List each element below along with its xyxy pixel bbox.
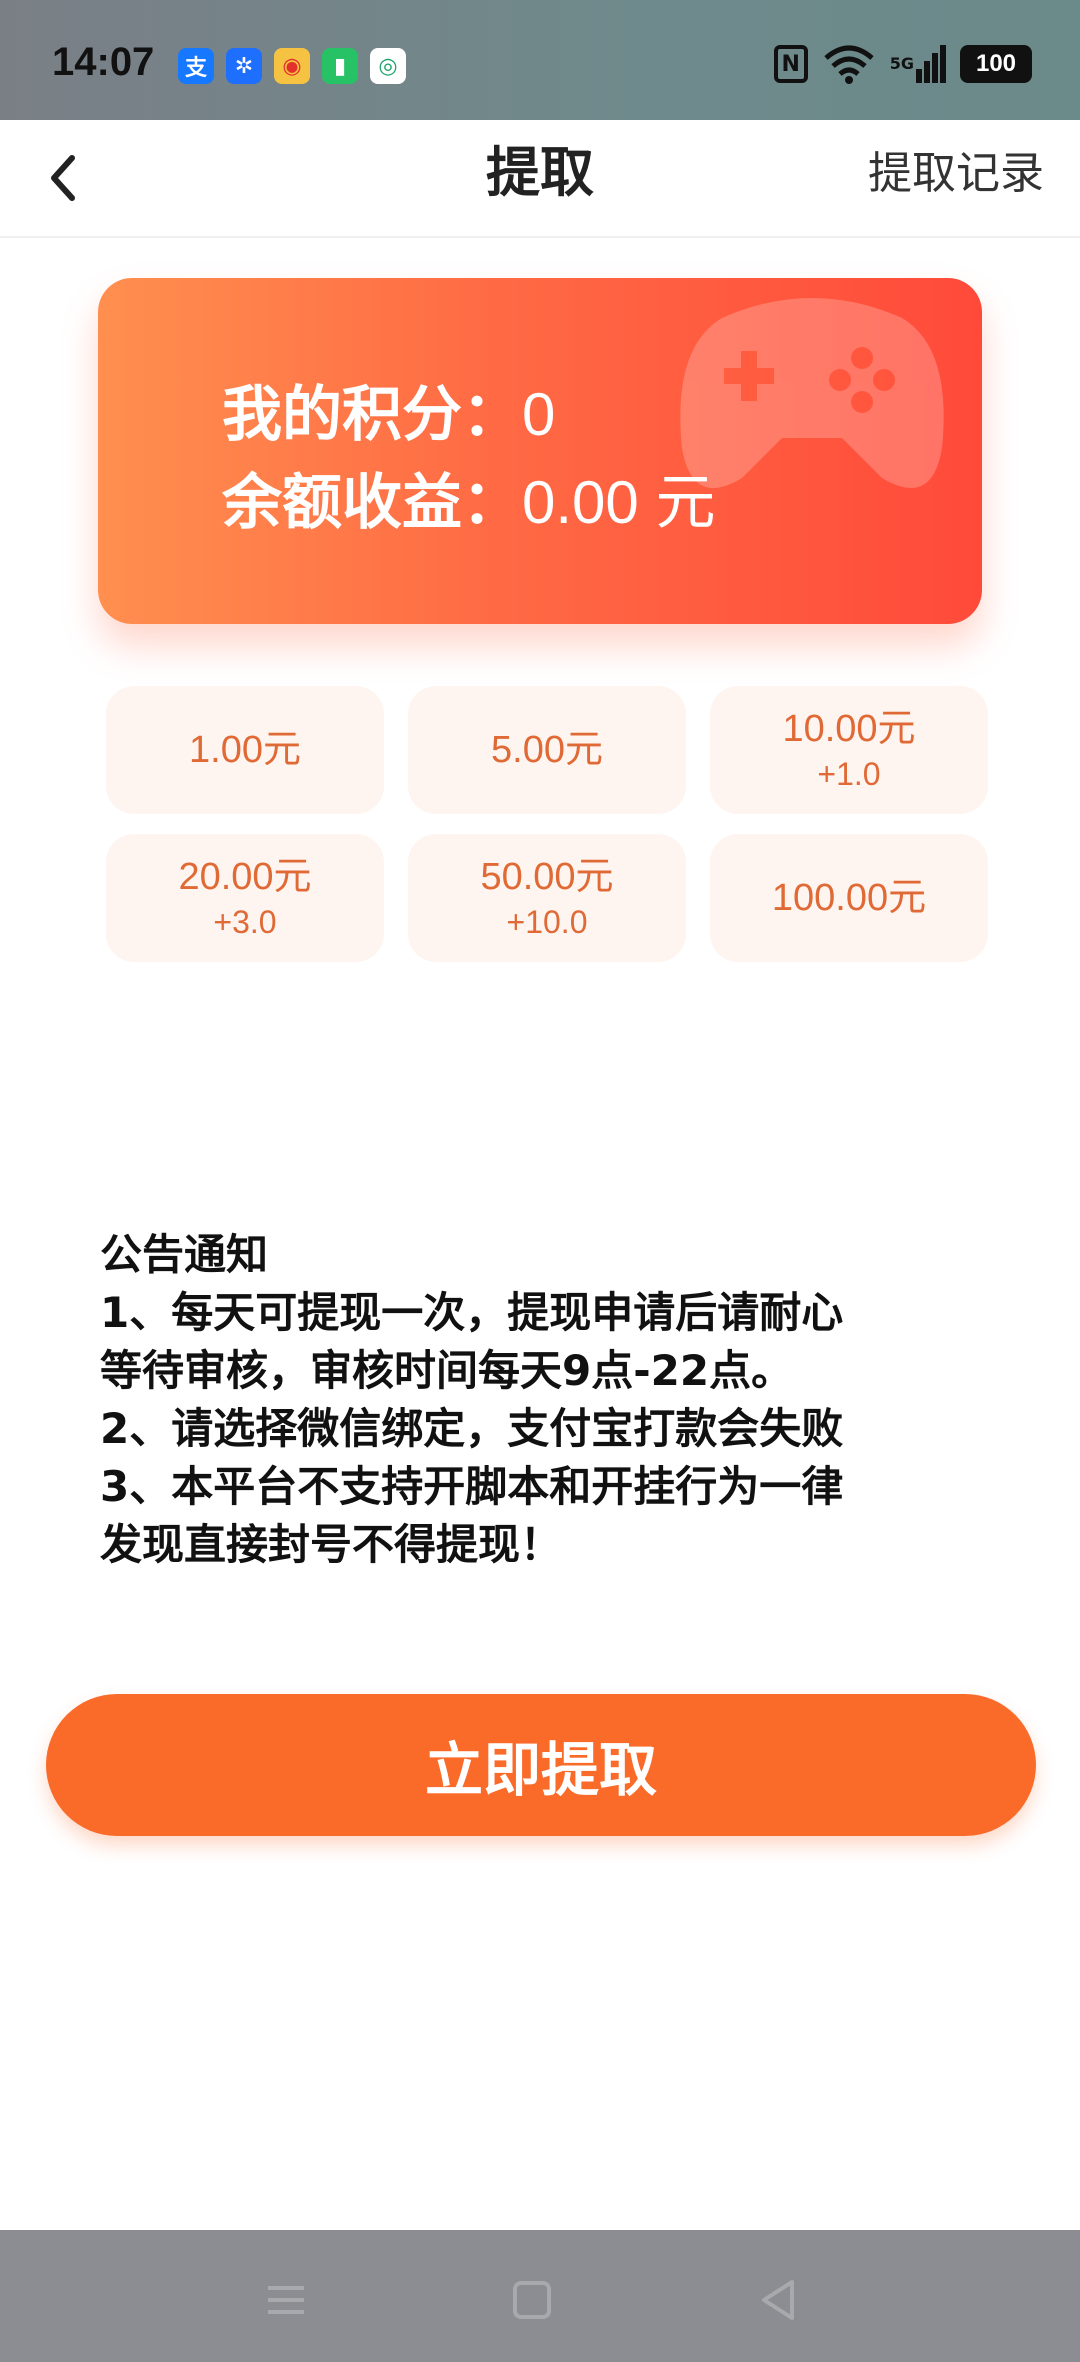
notice-section: 公告通知 1、每天可提现一次，提现申请后请耐心 等待审核，审核时间每天9点-22… bbox=[100, 1226, 1000, 1574]
amount-value: 10.00元 bbox=[782, 708, 916, 750]
home-square-icon bbox=[513, 2281, 551, 2319]
withdraw-record-link[interactable]: 提取记录 bbox=[868, 134, 1044, 214]
amount-bonus: +1.0 bbox=[817, 756, 881, 792]
points-card: 我的积分：0 余额收益：0.00 元 bbox=[98, 278, 982, 624]
balance-value: 0.00 元 bbox=[522, 469, 716, 536]
notice-title: 公告通知 bbox=[100, 1230, 269, 1279]
status-time: 14:07 bbox=[52, 40, 155, 84]
notice-line: 等待审核，审核时间每天9点-22点。 bbox=[100, 1346, 794, 1395]
amount-option-20[interactable]: 20.00元 +3.0 bbox=[106, 834, 384, 962]
amount-value: 50.00元 bbox=[480, 856, 614, 898]
system-nav-bar bbox=[0, 2230, 1080, 2362]
nfc-icon: N bbox=[773, 45, 808, 83]
notice-line: 3、本平台不支持开脚本和开挂行为一律 bbox=[100, 1462, 844, 1511]
amount-option-100[interactable]: 100.00元 bbox=[710, 834, 988, 962]
withdraw-now-button[interactable]: 立即提取 bbox=[46, 1694, 1036, 1836]
battery-app-icon: ▮ bbox=[322, 48, 358, 84]
amount-option-10[interactable]: 10.00元 +1.0 bbox=[710, 686, 988, 814]
weibo-icon: ◉ bbox=[274, 48, 310, 84]
app-header: 提取 提取记录 bbox=[0, 120, 1080, 238]
amount-option-5[interactable]: 5.00元 bbox=[408, 686, 686, 814]
back-triangle-icon bbox=[762, 2280, 794, 2320]
balance-row: 余额收益：0.00 元 bbox=[222, 454, 715, 541]
menu-nav-button[interactable] bbox=[256, 2270, 316, 2330]
notice-line: 发现直接封号不得提现！ bbox=[100, 1520, 563, 1569]
home-nav-button[interactable] bbox=[502, 2270, 562, 2330]
status-app-icons: 支 ✲ ◉ ▮ ◎ bbox=[178, 48, 406, 84]
network-type-label: 5G bbox=[889, 54, 914, 73]
back-nav-button[interactable] bbox=[748, 2270, 808, 2330]
amount-bonus: +10.0 bbox=[506, 904, 588, 940]
amount-option-1[interactable]: 1.00元 bbox=[106, 686, 384, 814]
amount-value: 100.00元 bbox=[771, 877, 927, 919]
amount-bonus: +3.0 bbox=[213, 904, 277, 940]
points-value: 0 bbox=[522, 381, 556, 448]
notice-line: 1、每天可提现一次，提现申请后请耐心 bbox=[100, 1288, 844, 1337]
signal-icon: 5G bbox=[890, 45, 946, 83]
pinwheel-app-icon: ✲ bbox=[226, 48, 262, 84]
amount-option-50[interactable]: 50.00元 +10.0 bbox=[408, 834, 686, 962]
amount-value: 5.00元 bbox=[491, 729, 603, 771]
amount-value: 20.00元 bbox=[178, 856, 312, 898]
balance-label: 余额收益： bbox=[222, 468, 522, 538]
alipay-icon: 支 bbox=[178, 48, 214, 84]
points-row: 我的积分：0 bbox=[222, 366, 555, 453]
china-mobile-icon: ◎ bbox=[370, 48, 406, 84]
status-indicators: N 5G 100 bbox=[773, 44, 1032, 84]
notice-line: 2、请选择微信绑定，支付宝打款会失败 bbox=[100, 1404, 844, 1453]
points-label: 我的积分： bbox=[222, 380, 522, 450]
amount-value: 1.00元 bbox=[189, 729, 301, 771]
battery-indicator: 100 bbox=[960, 45, 1032, 83]
wifi-icon bbox=[824, 45, 874, 84]
menu-icon bbox=[268, 2286, 304, 2314]
status-bar: 14:07 支 ✲ ◉ ▮ ◎ N 5G 100 bbox=[0, 0, 1080, 120]
